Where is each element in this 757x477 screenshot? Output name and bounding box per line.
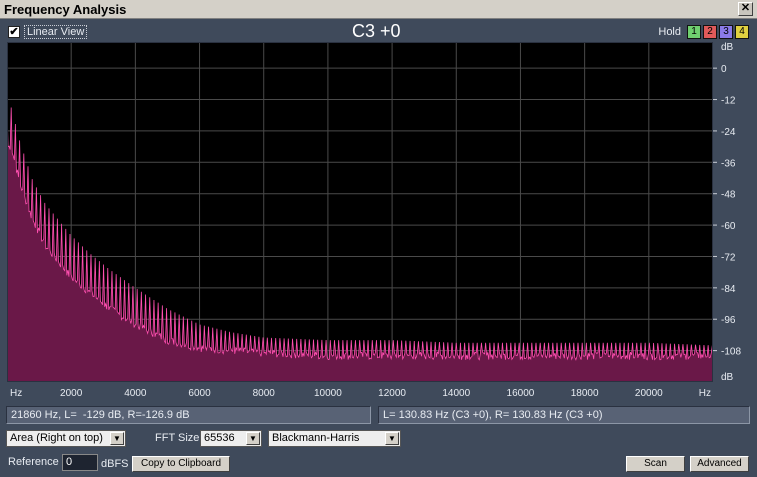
checkbox-checked-icon[interactable]: ✔ (8, 26, 20, 38)
hold-button-2[interactable]: 2 (703, 25, 717, 39)
note-display: C3 +0 (352, 21, 401, 41)
x-tick-label: 10000 (314, 388, 342, 399)
spectrum-chart[interactable]: 2000 4000 6000 8000 10000 12000 14000 16000 1800… (6, 42, 750, 402)
x-tick-label: 6000 (188, 388, 211, 399)
advanced-button[interactable]: Advanced (690, 456, 749, 472)
reference-unit: dBFS (101, 458, 129, 470)
x-tick-label: 16000 (507, 388, 535, 399)
fft-size-label: FFT Size (155, 432, 200, 444)
x-unit-left: Hz (10, 388, 22, 399)
close-icon[interactable]: ✕ (738, 2, 753, 16)
reference-label: Reference (8, 456, 59, 468)
linear-view-toggle[interactable]: ✔ Linear View (8, 25, 88, 39)
fft-size-select[interactable]: 65536 ▼ (200, 430, 262, 447)
x-tick-label: 4000 (124, 388, 147, 399)
hold-button-4[interactable]: 4 (735, 25, 749, 39)
title-bar: Frequency Analysis ✕ (0, 0, 757, 19)
hold-label: Hold (658, 26, 681, 38)
x-tick-label: 14000 (442, 388, 470, 399)
window-function-select[interactable]: Blackmann-Harris ▼ (268, 430, 401, 447)
linear-view-label[interactable]: Linear View (24, 25, 88, 39)
cursor-readout: 21860 Hz, L= -129 dB, R=-126.9 dB (6, 406, 371, 424)
view-mode-select[interactable]: Area (Right on top) ▼ (6, 430, 126, 447)
window-function-value: Blackmann-Harris (272, 432, 360, 444)
peak-readout: L= 130.83 Hz (C3 +0), R= 130.83 Hz (C3 +… (378, 406, 750, 424)
y-tick-label: -24 (721, 127, 736, 138)
chevron-down-icon[interactable]: ▼ (246, 432, 260, 445)
hold-button-1[interactable]: 1 (687, 25, 701, 39)
spectrum-plot[interactable]: 2000 4000 6000 8000 10000 12000 14000 16000 1800… (6, 42, 750, 402)
y-tick-label: -12 (721, 96, 736, 107)
y-tick-label: -96 (721, 315, 736, 326)
y-tick-label: -72 (721, 252, 736, 263)
y-tick-label: -108 (721, 347, 741, 358)
y-tick-label: -60 (721, 221, 736, 232)
x-tick-label: 8000 (253, 388, 276, 399)
chevron-down-icon[interactable]: ▼ (110, 432, 124, 445)
y-tick-label: -48 (721, 190, 736, 201)
x-tick-label: 12000 (378, 388, 406, 399)
chevron-down-icon[interactable]: ▼ (385, 432, 399, 445)
x-unit-right: Hz (699, 388, 711, 399)
y-unit-top: dB (721, 42, 734, 53)
x-tick-label: 20000 (635, 388, 663, 399)
hold-button-3[interactable]: 3 (719, 25, 733, 39)
x-tick-label: 2000 (60, 388, 83, 399)
hold-group: Hold 1 2 3 4 (658, 25, 749, 39)
y-tick-label: -84 (721, 284, 736, 295)
view-mode-value: Area (Right on top) (10, 432, 103, 444)
toolbar: ✔ Linear View C3 +0 Hold 1 2 3 4 (0, 21, 757, 43)
window-title: Frequency Analysis (4, 2, 127, 17)
scan-button[interactable]: Scan (626, 456, 685, 472)
y-unit-bottom: dB (721, 372, 734, 383)
reference-input[interactable]: 0 (62, 454, 98, 471)
y-tick-label: 0 (721, 64, 727, 75)
fft-size-value: 65536 (204, 432, 235, 444)
copy-to-clipboard-button[interactable]: Copy to Clipboard (132, 456, 230, 472)
x-tick-label: 18000 (571, 388, 599, 399)
y-tick-label: -36 (721, 158, 736, 169)
